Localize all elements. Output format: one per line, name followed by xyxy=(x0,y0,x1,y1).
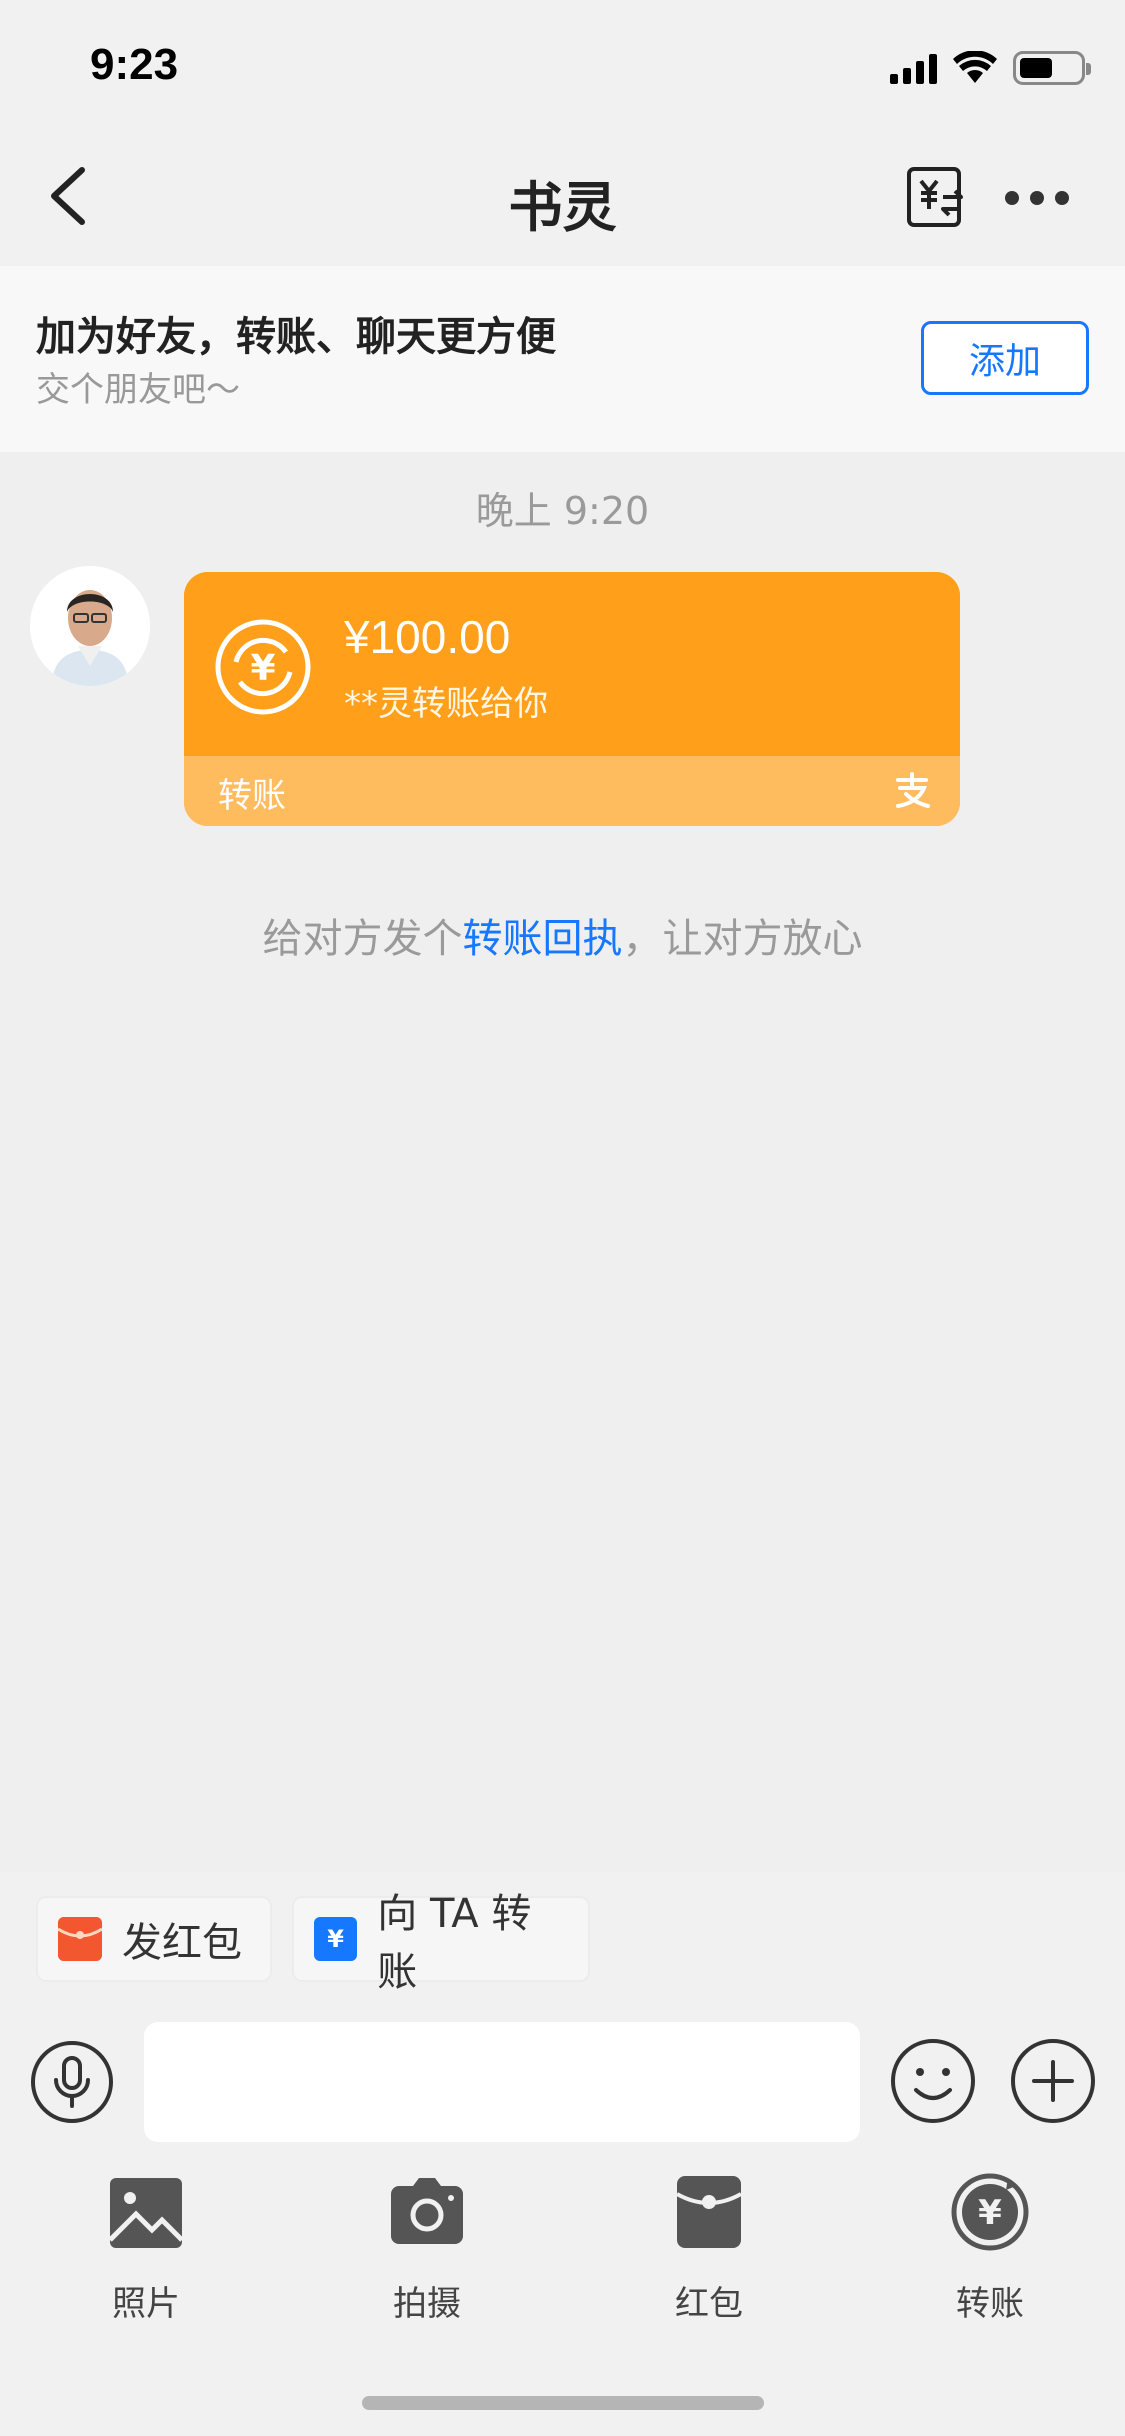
svg-text:¥: ¥ xyxy=(978,2193,1002,2233)
signal-icon xyxy=(890,52,937,84)
battery-icon xyxy=(1013,51,1091,85)
home-indicator[interactable] xyxy=(362,2396,764,2410)
receipt-hint-after: ，让对方放心 xyxy=(622,916,863,962)
red-packet-icon xyxy=(676,2176,742,2248)
tool-red-packet[interactable]: 红包 xyxy=(629,2172,789,2325)
svg-text:¥: ¥ xyxy=(250,648,275,689)
status-time: 9:23 xyxy=(90,40,179,89)
input-area: 照片 拍摄 红包 ¥ 转账 xyxy=(0,1992,1125,2436)
battery-level xyxy=(1020,58,1052,78)
transfer-to-ta-label: 向 TA 转账 xyxy=(377,1891,532,1995)
transfer-message-card[interactable]: ¥ ¥100.00 **灵转账给你 转账 xyxy=(184,572,960,826)
transfer-card-label: 转账 xyxy=(218,776,286,816)
tool-photo[interactable]: 照片 xyxy=(66,2172,226,2325)
camera-icon xyxy=(391,2178,463,2244)
tool-camera[interactable]: 拍摄 xyxy=(347,2172,507,2325)
status-icons xyxy=(890,48,1091,88)
plus-icon[interactable] xyxy=(1010,2038,1096,2124)
transfer-yuan-icon: ¥ xyxy=(215,619,311,715)
transfer-card-body: ¥ ¥100.00 **灵转账给你 xyxy=(184,572,960,756)
photo-icon xyxy=(108,2178,184,2248)
alipay-icon xyxy=(896,772,930,808)
transfer-amount: ¥100.00 xyxy=(344,611,511,663)
emoji-icon[interactable] xyxy=(890,2038,976,2124)
transfer-receipt-link[interactable]: 转账回执 xyxy=(463,916,623,962)
add-friend-banner: 加为好友，转账、聊天更方便 交个朋友吧～ 添加 xyxy=(0,266,1125,452)
tool-transfer-label: 转账 xyxy=(956,2284,1024,2324)
add-friend-button[interactable]: 添加 xyxy=(921,321,1089,395)
message-timestamp: 晚上 9:20 xyxy=(475,489,650,533)
top-bar: 9:23 书灵 xyxy=(0,0,1125,266)
tool-transfer[interactable]: ¥ 转账 xyxy=(910,2172,1070,2325)
red-packet-icon xyxy=(58,1917,102,1961)
avatar[interactable] xyxy=(30,566,150,686)
wifi-icon xyxy=(953,51,997,83)
message-input[interactable] xyxy=(144,2022,860,2142)
tool-camera-label: 拍摄 xyxy=(393,2284,461,2324)
tool-panel: 照片 拍摄 红包 ¥ 转账 xyxy=(0,2172,1125,2332)
tool-red-packet-label: 红包 xyxy=(675,2284,743,2324)
banner-subtitle: 交个朋友吧～ xyxy=(36,370,240,410)
transfer-card-icon: ¥ xyxy=(314,1917,358,1961)
yuan-exchange-icon[interactable] xyxy=(905,165,967,229)
quick-action-bar: 发红包 ¥ 向 TA 转账 xyxy=(0,1872,1125,1995)
receipt-hint: 给对方发个转账回执，让对方放心 xyxy=(0,906,1125,964)
voice-icon[interactable] xyxy=(30,2040,114,2124)
transfer-card-footer: 转账 xyxy=(184,756,960,826)
banner-title: 加为好友，转账、聊天更方便 xyxy=(36,314,556,360)
send-red-packet-label: 发红包 xyxy=(122,1920,242,1966)
transfer-to-ta-button[interactable]: ¥ 向 TA 转账 xyxy=(292,1891,590,1995)
receipt-hint-before: 给对方发个 xyxy=(262,916,463,962)
transfer-description: **灵转账给你 xyxy=(344,684,548,724)
send-red-packet-button[interactable]: 发红包 xyxy=(36,1896,272,1982)
tool-photo-label: 照片 xyxy=(112,2284,180,2324)
more-dots-icon[interactable] xyxy=(1005,180,1069,216)
transfer-icon: ¥ xyxy=(951,2173,1029,2251)
